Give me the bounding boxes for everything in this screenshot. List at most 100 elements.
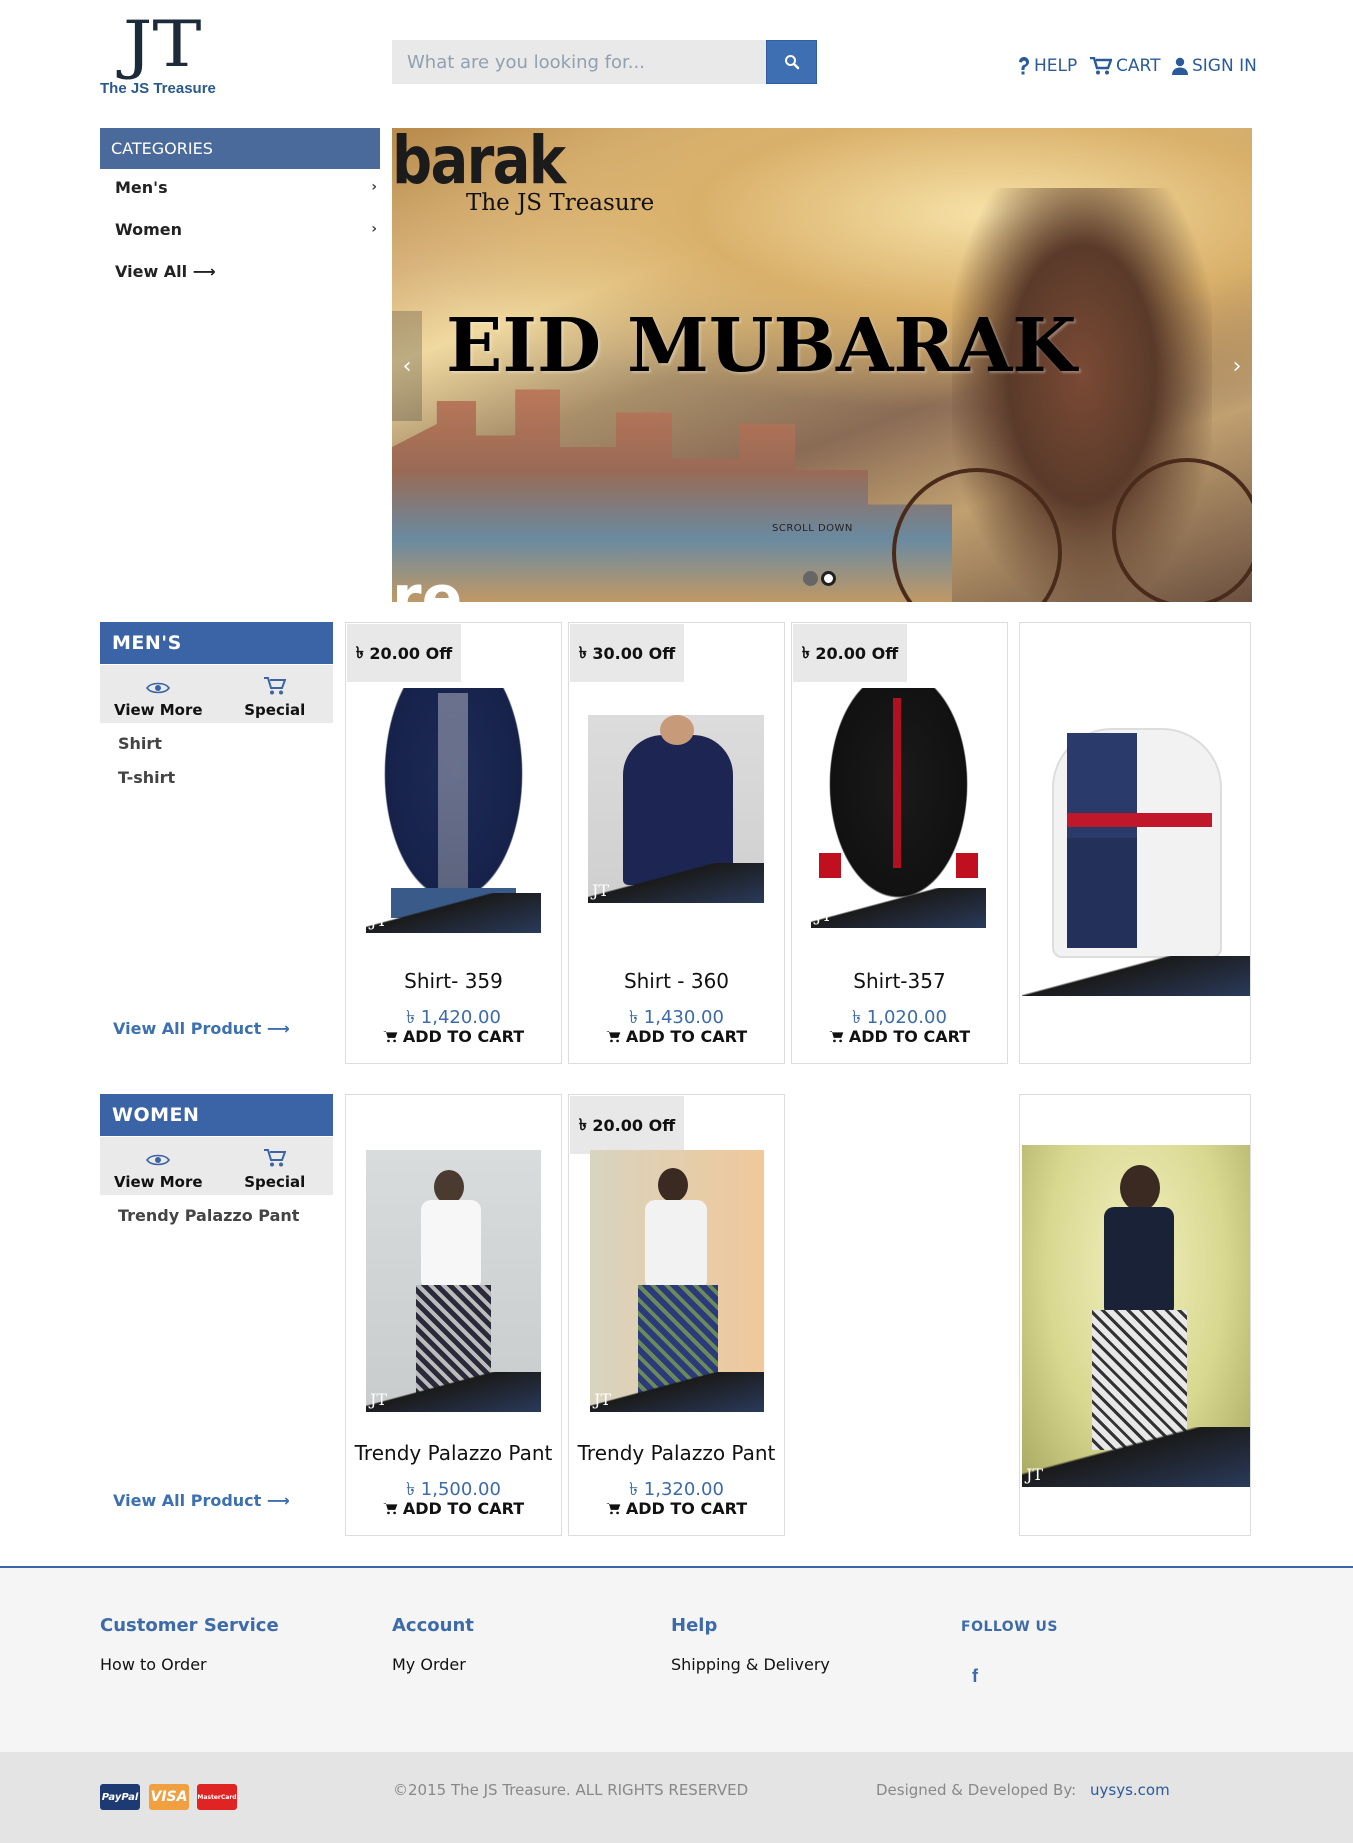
add-to-cart-label: ADD TO CART <box>402 1499 525 1518</box>
chevron-right-icon: › <box>371 179 377 195</box>
cart-link[interactable]: CART <box>1090 56 1160 76</box>
women-view-all-link[interactable]: View All Product ⟶ <box>113 1491 290 1510</box>
subcategory-palazzo[interactable]: Trendy Palazzo Pant <box>118 1206 299 1225</box>
categories-header: CATEGORIES <box>100 128 380 169</box>
view-more-label: View More <box>113 1173 203 1191</box>
view-more-button[interactable]: View More <box>100 665 217 723</box>
currency-icon: ৳ <box>801 642 810 662</box>
facebook-icon[interactable]: f <box>972 1666 978 1687</box>
product-name[interactable]: Shirt-357 <box>792 969 1007 997</box>
carousel-dot-active[interactable] <box>821 571 836 586</box>
banner-top-text: barak <box>392 128 566 199</box>
category-women[interactable]: Women › <box>100 209 380 249</box>
footer-link-shipping[interactable]: Shipping & Delivery <box>671 1655 830 1674</box>
product-image[interactable]: JT <box>811 688 986 928</box>
search-icon <box>784 55 799 70</box>
banner-brand: The JS Treasure <box>466 190 655 216</box>
mens-view-all-link[interactable]: View All Product ⟶ <box>113 1019 290 1038</box>
discount-label: 20.00 Off <box>369 643 453 663</box>
discount-badge: ৳ 20.00 Off <box>793 624 907 682</box>
carousel-prev-button[interactable]: ‹ <box>392 311 422 421</box>
designer-link[interactable]: uysys.com <box>1090 1781 1170 1799</box>
add-to-cart-button[interactable]: ADD TO CART <box>792 1027 1007 1046</box>
promo-card[interactable]: JT <box>1019 622 1251 1064</box>
paypal-icon: PayPal <box>100 1784 140 1810</box>
add-to-cart-label: ADD TO CART <box>625 1499 748 1518</box>
currency-icon: ৳ <box>406 1479 416 1500</box>
category-view-all[interactable]: View All ⟶ <box>100 251 380 291</box>
sign-in-link[interactable]: SIGN IN <box>1172 56 1257 76</box>
carousel-next-button[interactable]: › <box>1222 311 1252 421</box>
footer-heading-customer-service: Customer Service <box>100 1615 279 1636</box>
hero-carousel[interactable]: barak The JS Treasure EID MUBARAK SCROLL… <box>392 128 1252 602</box>
product-image[interactable]: JT <box>366 688 541 933</box>
cart-icon <box>828 1031 844 1043</box>
special-button[interactable]: Special <box>217 665 334 723</box>
mens-section-tools: View More Special <box>100 665 333 723</box>
currency-icon: ৳ <box>852 1007 862 1028</box>
women-section-tools: View More Special <box>100 1137 333 1195</box>
discount-badge: ৳ 20.00 Off <box>570 1096 684 1154</box>
promo-image[interactable]: JT <box>1022 688 1250 996</box>
help-label: HELP <box>1034 56 1078 76</box>
add-to-cart-button[interactable]: ADD TO CART <box>346 1499 561 1518</box>
product-image[interactable]: JT <box>590 1150 764 1412</box>
add-to-cart-label: ADD TO CART <box>848 1027 971 1046</box>
product-card[interactable]: ৳ 30.00 Off JT Shirt - 360 ৳ 1,430.00 AD… <box>568 622 785 1064</box>
help-link[interactable]: HELP <box>1018 56 1077 76</box>
currency-icon: ৳ <box>578 1114 587 1134</box>
product-name[interactable]: Trendy Palazzo Pant <box>569 1441 784 1469</box>
carousel-dot[interactable] <box>803 571 818 586</box>
bicycle-wheel <box>1112 458 1252 602</box>
price-value: 1,020.00 <box>866 1007 947 1028</box>
product-image[interactable]: JT <box>588 715 764 903</box>
cart-label: CART <box>1116 56 1161 76</box>
category-label: Women <box>115 219 182 239</box>
currency-icon: ৳ <box>406 1007 416 1028</box>
visa-icon: VISA <box>149 1784 189 1810</box>
footer-link-how-to-order[interactable]: How to Order <box>100 1655 207 1674</box>
add-to-cart-button[interactable]: ADD TO CART <box>346 1027 561 1046</box>
product-card[interactable]: ৳ 20.00 Off JT Shirt-357 ৳ 1,020.00 ADD … <box>791 622 1008 1064</box>
cart-icon <box>605 1503 621 1515</box>
promo-image[interactable]: JT <box>1022 1145 1250 1487</box>
copyright-text: ©2015 The JS Treasure. ALL RIGHTS RESERV… <box>393 1781 749 1799</box>
view-more-button[interactable]: View More <box>100 1137 217 1195</box>
promo-card[interactable]: JT <box>1019 1094 1251 1536</box>
special-button[interactable]: Special <box>217 1137 334 1195</box>
currency-icon: ৳ <box>355 642 364 662</box>
price-value: 1,430.00 <box>643 1007 724 1028</box>
women-section-header: WOMEN <box>100 1094 333 1136</box>
cart-icon <box>1090 57 1112 75</box>
product-name[interactable]: Shirt - 360 <box>569 969 784 997</box>
product-card[interactable]: JT Trendy Palazzo Pant ৳ 1,500.00 ADD TO… <box>345 1094 562 1536</box>
currency-icon: ৳ <box>578 642 587 662</box>
view-more-label: View More <box>113 701 203 719</box>
chevron-right-icon: › <box>371 221 377 237</box>
subcategory-shirt[interactable]: Shirt <box>118 734 162 753</box>
product-card[interactable]: ৳ 20.00 Off JT Trendy Palazzo Pant ৳ 1,3… <box>568 1094 785 1536</box>
add-to-cart-button[interactable]: ADD TO CART <box>569 1027 784 1046</box>
add-to-cart-button[interactable]: ADD TO CART <box>569 1499 784 1518</box>
currency-icon: ৳ <box>629 1479 639 1500</box>
search-button[interactable] <box>766 40 817 84</box>
product-card[interactable]: ৳ 20.00 Off JT Shirt- 359 ৳ 1,420.00 ADD… <box>345 622 562 1064</box>
category-mens[interactable]: Men's › <box>100 167 380 207</box>
add-to-cart-label: ADD TO CART <box>402 1027 525 1046</box>
cart-icon <box>382 1031 398 1043</box>
special-label: Special <box>244 701 306 719</box>
banner-bottom-text: re <box>392 563 463 602</box>
search-input[interactable]: What are you looking for... <box>392 40 767 84</box>
discount-label: 20.00 Off <box>815 643 899 663</box>
site-logo[interactable]: JT The JS Treasure <box>100 10 230 100</box>
footer-link-my-order[interactable]: My Order <box>392 1655 466 1674</box>
price-value: 1,500.00 <box>420 1479 501 1500</box>
discount-label: 20.00 Off <box>592 1115 676 1135</box>
product-image[interactable]: JT <box>366 1150 541 1412</box>
question-icon <box>1018 56 1029 75</box>
product-name[interactable]: Trendy Palazzo Pant <box>346 1441 561 1469</box>
subcategory-tshirt[interactable]: T-shirt <box>118 768 175 787</box>
product-name[interactable]: Shirt- 359 <box>346 969 561 997</box>
eye-icon <box>146 682 171 694</box>
special-label: Special <box>244 1173 306 1191</box>
